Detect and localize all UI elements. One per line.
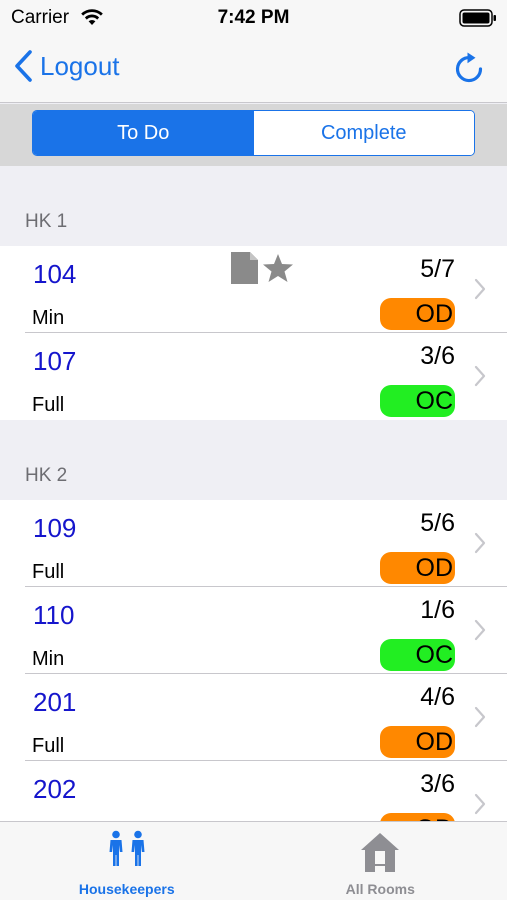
house-icon [361,833,400,872]
chevron-right-icon [474,532,486,554]
chevron-right-icon [474,793,486,815]
room-progress: 5/7 [420,255,455,283]
room-progress: 1/6 [420,596,455,624]
tab-bar: Housekeepers All Rooms [0,821,507,900]
room-row[interactable]: 201 4/6 Full OD [0,674,507,761]
segment-to-do[interactable]: To Do [33,111,254,155]
room-number: 110 [33,600,75,630]
room-clean-type: Full [32,735,65,757]
status-segmented-control: To Do Complete [32,110,475,156]
room-number: 107 [33,346,77,376]
status-badge: OD [380,552,455,584]
tab-housekeepers-label: Housekeepers [78,881,175,897]
document-icon [231,252,258,284]
room-clean-type: Min [32,648,65,670]
chevron-right-icon [474,706,486,728]
navigation-bar: Logout [0,36,507,103]
room-row[interactable]: 104 5/7 Min OD [0,246,507,333]
logout-label: Logout [40,50,120,81]
room-clean-type: Full [32,561,65,583]
room-row[interactable]: 110 1/6 Min OC [0,587,507,674]
section-title: HK 2 [25,465,68,486]
room-row[interactable]: 109 5/6 Full OD [0,500,507,587]
section-header: HK 2 [0,420,507,500]
segment-complete[interactable]: Complete [253,111,474,155]
section-title: HK 1 [25,211,68,232]
tab-all-rooms-label: All Rooms [345,881,415,897]
status-bar: Carrier 7:42 PM [0,0,507,36]
status-badge: OC [380,639,455,671]
room-list: HK 1 104 5/7 Min OD 107 3/6 Full OC HK 2 109 5/6 Ful… [0,166,507,821]
room-progress: 3/6 [420,770,455,798]
refresh-icon[interactable] [453,51,487,87]
chevron-right-icon [474,619,486,641]
housekeepers-icon [109,830,145,866]
status-badge: OC [380,385,455,417]
logout-button[interactable]: Logout [12,49,120,83]
room-progress: 3/6 [420,342,455,370]
room-row[interactable]: 107 3/6 Full OC [0,333,507,420]
room-number: 202 [33,774,77,804]
room-number: 104 [33,259,77,289]
clock-label: 7:42 PM [217,7,290,28]
star-icon [263,254,293,282]
status-badge: OD [380,813,455,821]
tab-housekeepers[interactable]: Housekeepers [0,822,254,900]
chevron-left-icon [15,50,32,82]
chevron-right-icon [474,365,486,387]
room-number: 109 [33,513,77,543]
status-badge: OD [380,726,455,758]
battery-icon [459,9,496,27]
status-badge: OD [380,298,455,330]
chevron-right-icon [474,278,486,300]
room-number: 201 [33,687,77,717]
room-clean-type: Min [32,307,65,329]
app-screen: Carrier 7:42 PM Logout To Do Complete HK… [0,0,507,900]
section-header: HK 1 [0,166,507,246]
room-row[interactable]: 2023/6FullOD [0,761,507,821]
segment-bar: To Do Complete [0,104,507,166]
room-progress: 5/6 [420,509,455,537]
tab-all-rooms[interactable]: All Rooms [254,822,507,900]
room-clean-type: Full [32,394,65,416]
room-progress: 4/6 [420,683,455,711]
